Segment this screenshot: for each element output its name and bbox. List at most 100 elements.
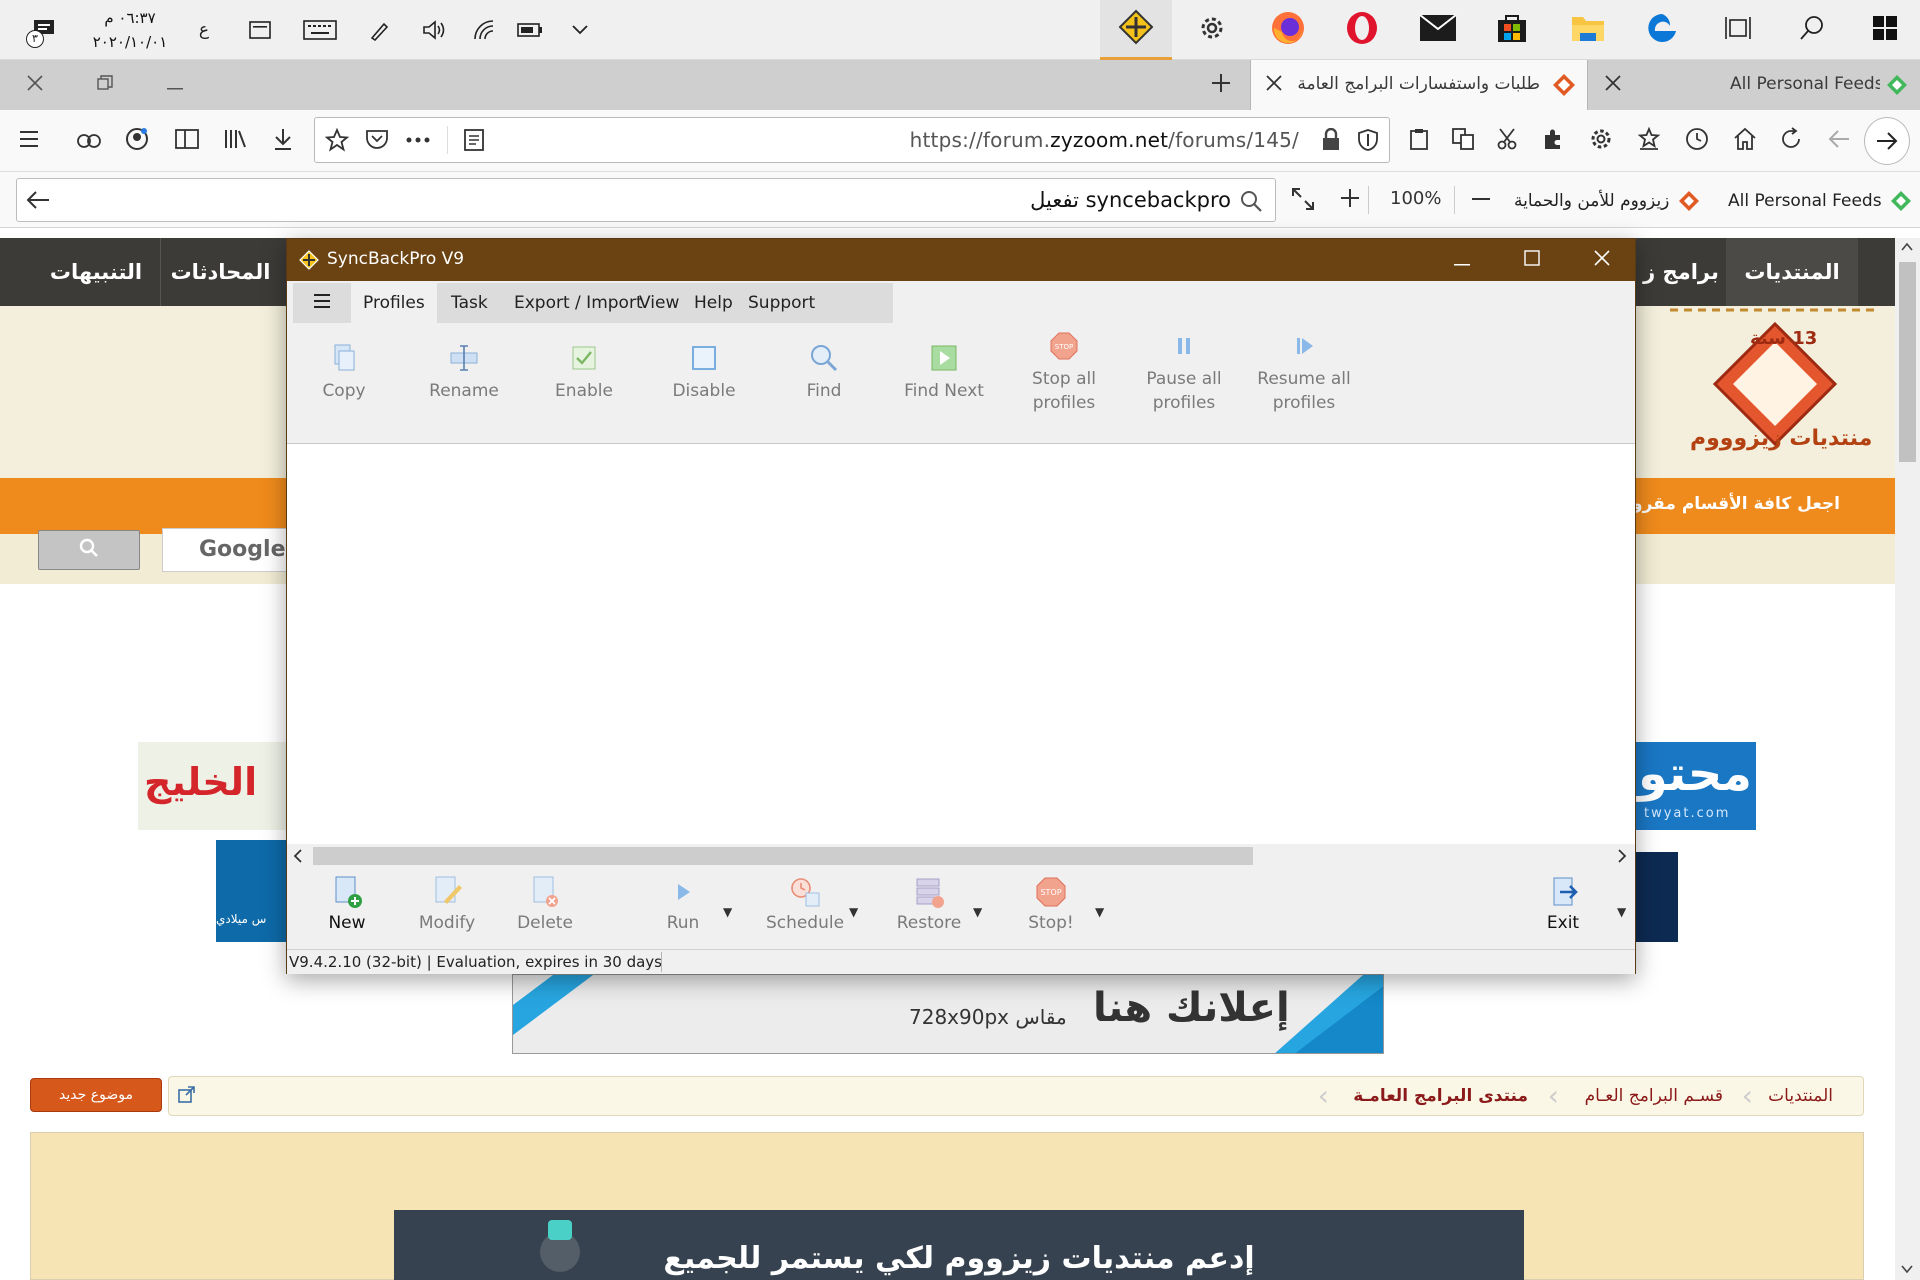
horizontal-scroll-thumb[interactable] (313, 847, 1253, 865)
cut-button[interactable] (1484, 110, 1530, 172)
favorites-button[interactable] (1626, 110, 1672, 172)
taskbar-search[interactable] (1776, 0, 1848, 60)
reload-button[interactable] (1768, 110, 1814, 172)
google-search-input[interactable]: Google (162, 528, 292, 572)
zoom-out-icon[interactable] (1470, 188, 1492, 210)
bookmark-star-icon[interactable] (325, 128, 349, 152)
rename-button[interactable]: Rename (409, 343, 519, 403)
run-dropdown-icon[interactable]: ▼ (723, 905, 732, 919)
clipboard-extension-button[interactable] (1396, 110, 1442, 172)
tab-all-personal-feeds[interactable]: All Personal Feeds (1590, 60, 1920, 110)
tab-close-icon[interactable] (1604, 74, 1622, 92)
sidebar-button[interactable] (164, 110, 210, 172)
back-button[interactable] (1816, 110, 1862, 172)
reader-view-icon[interactable] (463, 128, 485, 152)
scroll-up-icon[interactable] (1901, 242, 1913, 252)
touch-keyboard-icon[interactable] (236, 0, 284, 60)
library-button[interactable] (212, 110, 258, 172)
copy-button[interactable]: Copy (289, 343, 399, 403)
menu-support[interactable]: Support (736, 283, 827, 323)
window-close-button[interactable] (0, 60, 70, 110)
stop-button[interactable]: STOP Stop! (999, 875, 1103, 935)
window-titlebar[interactable]: SyncBackPro V9 (287, 239, 1635, 281)
history-button[interactable] (1674, 110, 1720, 172)
delete-profile-button[interactable]: Delete (493, 875, 597, 935)
modify-profile-button[interactable]: Modify (395, 875, 499, 935)
tracking-protection-shield-icon[interactable] (1357, 128, 1379, 152)
start-button[interactable] (1850, 0, 1920, 60)
menu-task[interactable]: Task (439, 283, 500, 323)
stop-dropdown-icon[interactable]: ▼ (1095, 905, 1104, 919)
bookmark-zyzoom-security[interactable]: زيزووم للأمن والحماية (1514, 186, 1701, 216)
show-hidden-icons-chevron-icon[interactable] (556, 0, 604, 60)
sync-button[interactable] (66, 110, 112, 172)
nav-forums[interactable]: المنتديات (1726, 238, 1858, 306)
taskbar-app-mail[interactable] (1402, 0, 1474, 60)
breadcrumb-current[interactable]: منتدى البرامج العامـة (1353, 1077, 1528, 1115)
translate-extension-button[interactable] (1440, 110, 1486, 172)
taskbar-app-firefox[interactable] (1252, 0, 1324, 60)
schedule-dropdown-icon[interactable]: ▼ (849, 905, 858, 919)
new-profile-button[interactable]: New (295, 875, 399, 935)
stop-all-profiles-button[interactable]: STOP Stop all profiles (1009, 331, 1119, 415)
ad-728x90[interactable]: إعلانك هنا مقاس 728x90px (512, 974, 1384, 1054)
zoom-in-icon[interactable] (1338, 186, 1362, 210)
resume-all-profiles-button[interactable]: Resume all profiles (1249, 331, 1359, 415)
taskbar-app-syncbackpro[interactable] (1100, 0, 1172, 60)
ad-banner-right[interactable]: محتو twyat.com (1636, 742, 1756, 830)
close-button[interactable] (1567, 239, 1637, 281)
taskbar-task-view[interactable] (1702, 0, 1774, 60)
taskbar-app-opera[interactable] (1326, 0, 1398, 60)
taskbar-app-store[interactable] (1476, 0, 1548, 60)
input-language-indicator[interactable]: ع (180, 0, 228, 60)
pen-workspace-icon[interactable] (356, 0, 404, 60)
scroll-left-icon[interactable] (293, 849, 303, 863)
ad-banner-right-2[interactable] (1636, 852, 1678, 942)
forward-button[interactable] (1864, 110, 1910, 172)
exit-button[interactable]: Exit (1511, 875, 1615, 935)
run-button[interactable]: Run (631, 875, 735, 935)
horizontal-scrollbar[interactable] (287, 844, 1635, 868)
scroll-down-icon[interactable] (1901, 1264, 1913, 1274)
new-tab-button[interactable] (1186, 60, 1256, 110)
taskbar-app-edge[interactable] (1626, 0, 1698, 60)
google-search-button[interactable] (38, 530, 140, 570)
home-button[interactable] (1722, 110, 1768, 172)
url-bar[interactable]: https://forum.zyzoom.net/forums/145/ (314, 117, 1390, 163)
schedule-button[interactable]: Schedule (753, 875, 857, 935)
extensions-button[interactable] (1530, 110, 1576, 172)
find-in-page-field[interactable]: syncebackpro تفعيل (16, 178, 1276, 222)
ad-banner-left[interactable]: الخليج (138, 742, 288, 830)
menu-button[interactable] (6, 110, 52, 172)
scroll-thumb[interactable] (1899, 262, 1916, 462)
pause-all-profiles-button[interactable]: Pause all profiles (1129, 331, 1239, 415)
nav-conversations[interactable]: المحادثات (160, 238, 280, 306)
battery-icon[interactable] (506, 0, 554, 60)
page-scrollbar[interactable] (1895, 238, 1920, 1280)
breadcrumb-item[interactable]: المنتديات (1768, 1077, 1833, 1115)
bookmark-all-personal-feeds[interactable]: All Personal Feeds (1728, 186, 1912, 216)
scroll-right-icon[interactable] (1617, 849, 1627, 863)
restore-dropdown-icon[interactable]: ▼ (973, 905, 982, 919)
arrow-left-icon[interactable] (25, 189, 51, 211)
zoom-level[interactable]: 100% (1390, 188, 1441, 209)
nav-programs[interactable]: برامج ز (1636, 238, 1726, 306)
external-link-icon[interactable] (177, 1085, 197, 1105)
zyzoom-logo[interactable]: 13 سنة منتديات زيزوووم (1660, 306, 1890, 466)
profiles-list[interactable] (287, 444, 1635, 844)
pocket-icon[interactable] (365, 128, 389, 150)
window-restore-button[interactable] (70, 60, 140, 110)
keyboard-icon[interactable] (296, 0, 344, 60)
page-actions-icon[interactable] (405, 130, 431, 150)
find-button[interactable]: Find (769, 343, 879, 403)
account-button[interactable] (114, 110, 160, 172)
taskbar-clock[interactable]: ٠٦:٣٧ م ٢٠٢٠/١٠/٠١ (80, 6, 180, 54)
disable-button[interactable]: Disable (649, 343, 759, 403)
settings-button[interactable] (1578, 110, 1624, 172)
fullscreen-icon[interactable] (1290, 186, 1316, 212)
ad-banner-left-2[interactable]: س ميلادي (216, 840, 288, 942)
wifi-icon[interactable] (460, 0, 508, 60)
breadcrumb-item[interactable]: قسـم البرامج العـام (1585, 1077, 1723, 1115)
menu-profiles[interactable]: Profiles (351, 283, 437, 323)
taskbar-app-file-explorer[interactable] (1552, 0, 1624, 60)
